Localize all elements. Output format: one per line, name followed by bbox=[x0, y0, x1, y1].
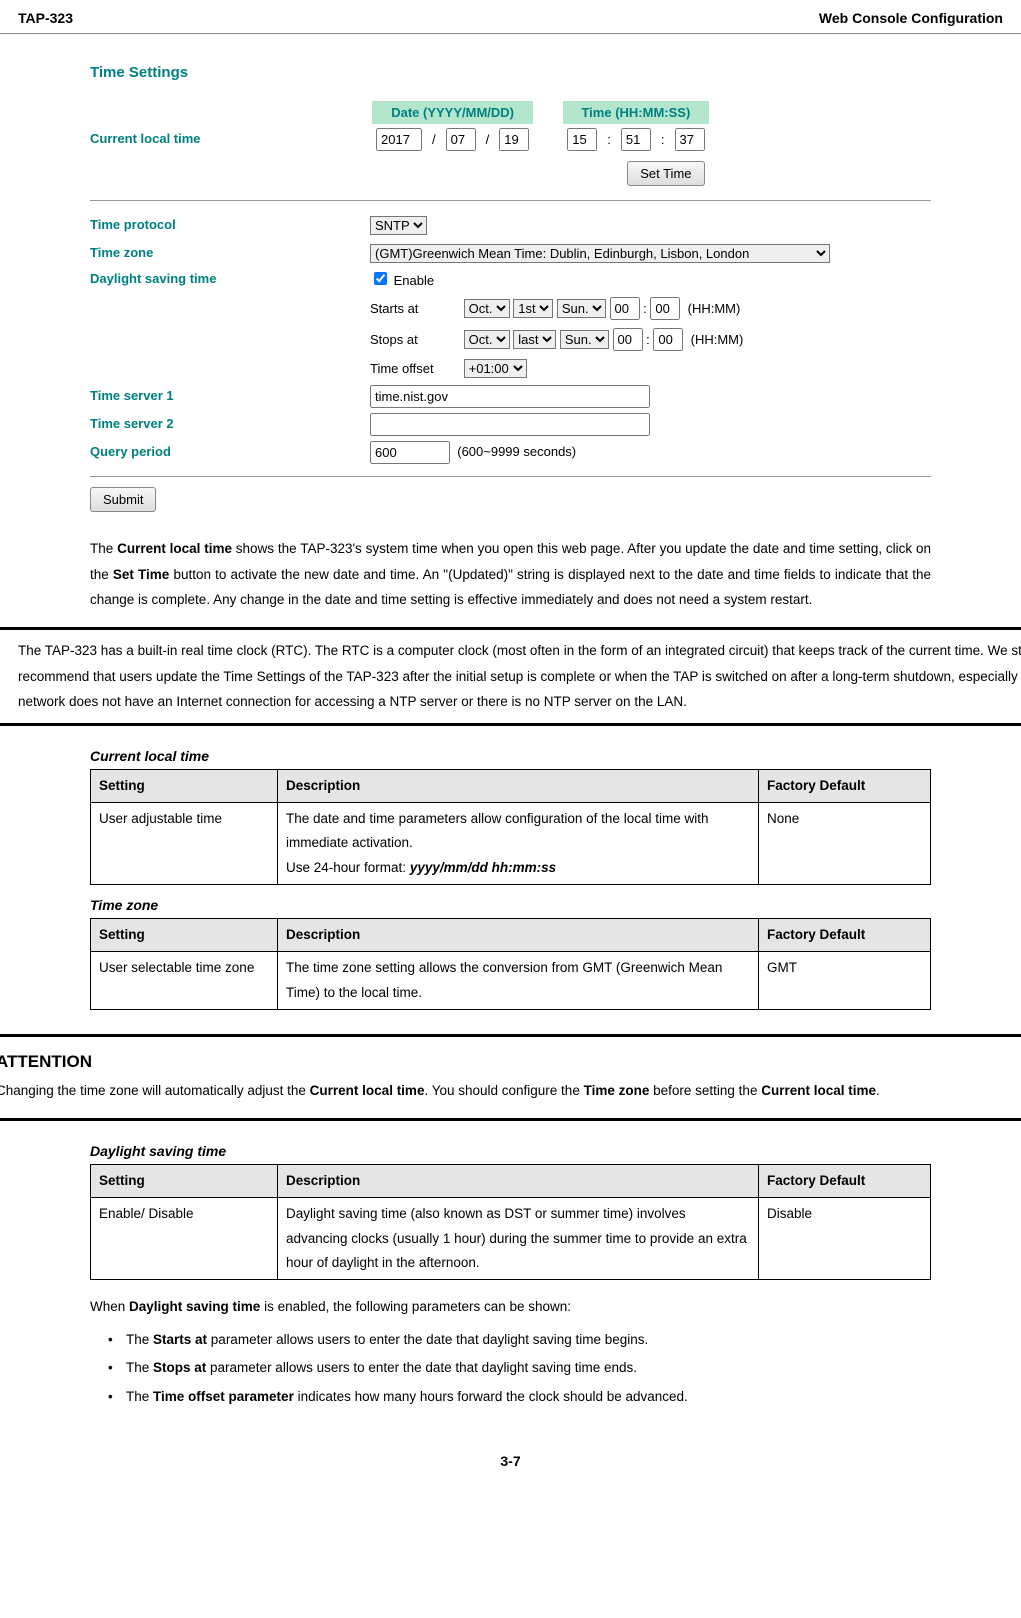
page-number: 3-7 bbox=[90, 1451, 931, 1492]
query-period-hint: (600~9999 seconds) bbox=[457, 442, 576, 462]
stop-hour-input[interactable] bbox=[613, 328, 643, 351]
t3-desc: Daylight saving time (also known as DST … bbox=[278, 1198, 759, 1280]
label-time-server-1: Time server 1 bbox=[90, 384, 370, 408]
second-input[interactable] bbox=[675, 128, 705, 151]
header-left: TAP-323 bbox=[18, 8, 73, 29]
t1-desc: The date and time parameters allow confi… bbox=[278, 803, 759, 885]
start-day-select[interactable]: Sun. bbox=[557, 299, 606, 318]
starts-at-label: Starts at bbox=[370, 299, 460, 319]
start-hour-input[interactable] bbox=[610, 297, 640, 320]
th-description: Description bbox=[278, 769, 759, 802]
label-time-zone: Time zone bbox=[90, 241, 370, 265]
hour-input[interactable] bbox=[567, 128, 597, 151]
dst-bullets: The Starts at parameter allows users to … bbox=[90, 1326, 931, 1411]
t1-setting: User adjustable time bbox=[91, 803, 278, 885]
time-server-1-input[interactable] bbox=[370, 385, 650, 408]
header-right: Web Console Configuration bbox=[819, 8, 1003, 29]
bullet-stops-at: The Stops at parameter allows users to e… bbox=[108, 1354, 931, 1382]
query-period-input[interactable] bbox=[370, 441, 450, 464]
minute-input[interactable] bbox=[621, 128, 651, 151]
hhmm-hint-2: (HH:MM) bbox=[691, 332, 744, 347]
th-setting: Setting bbox=[91, 769, 278, 802]
t2-desc: The time zone setting allows the convers… bbox=[278, 952, 759, 1010]
section-title: Time Settings bbox=[90, 62, 931, 85]
t3-setting: Enable/ Disable bbox=[91, 1198, 278, 1280]
stop-week-select[interactable]: last bbox=[513, 330, 556, 349]
bullet-starts-at: The Starts at parameter allows users to … bbox=[108, 1326, 931, 1354]
enable-label: Enable bbox=[394, 273, 434, 288]
time-protocol-select[interactable]: SNTP bbox=[370, 216, 427, 235]
date-time-table: Date (YYYY/MM/DD) Time (HH:MM:SS) / / : bbox=[370, 99, 711, 191]
page-header: TAP-323 Web Console Configuration bbox=[0, 0, 1021, 34]
start-month-select[interactable]: Oct. bbox=[464, 299, 510, 318]
bullet-time-offset: The Time offset parameter indicates how … bbox=[108, 1383, 931, 1411]
time-settings-form: Time Settings Current local time Date (Y… bbox=[90, 62, 931, 522]
attention-text: Changing the time zone will automaticall… bbox=[0, 1078, 1021, 1104]
paragraph-1: The Current local time shows the TAP-323… bbox=[90, 536, 931, 613]
t2-setting: User selectable time zone bbox=[91, 952, 278, 1010]
th-default: Factory Default bbox=[759, 769, 931, 802]
time-server-2-input[interactable] bbox=[370, 413, 650, 436]
label-query-period: Query period bbox=[90, 440, 370, 464]
table1-title: Current local time bbox=[90, 746, 931, 767]
time-offset-label: Time offset bbox=[370, 359, 460, 379]
attention-block: ATTENTION Changing the time zone will au… bbox=[0, 1034, 1021, 1121]
t3-default: Disable bbox=[759, 1198, 931, 1280]
label-time-protocol: Time protocol bbox=[90, 213, 370, 237]
time-header: Time (HH:MM:SS) bbox=[563, 101, 708, 125]
day-input[interactable] bbox=[499, 128, 529, 151]
note-block: NOTE The TAP-323 has a built-in real tim… bbox=[0, 627, 1021, 726]
month-input[interactable] bbox=[446, 128, 476, 151]
label-daylight: Daylight saving time bbox=[90, 267, 370, 291]
stop-min-input[interactable] bbox=[653, 328, 683, 351]
table-current-local-time: Setting Description Factory Default User… bbox=[90, 769, 931, 885]
year-input[interactable] bbox=[376, 128, 422, 151]
start-min-input[interactable] bbox=[650, 297, 680, 320]
set-time-button[interactable]: Set Time bbox=[627, 161, 704, 186]
hhmm-hint: (HH:MM) bbox=[688, 301, 741, 316]
table2-title: Time zone bbox=[90, 895, 931, 916]
stop-day-select[interactable]: Sun. bbox=[560, 330, 609, 349]
stops-at-label: Stops at bbox=[370, 330, 460, 350]
t1-default: None bbox=[759, 803, 931, 885]
note-label: NOTE bbox=[0, 638, 18, 715]
time-offset-select[interactable]: +01:00 bbox=[464, 359, 527, 378]
time-zone-select[interactable]: (GMT)Greenwich Mean Time: Dublin, Edinbu… bbox=[370, 244, 830, 263]
dst-enable-checkbox[interactable] bbox=[374, 272, 387, 285]
table-dst: Setting Description Factory Default Enab… bbox=[90, 1164, 931, 1280]
paragraph-2: When Daylight saving time is enabled, th… bbox=[90, 1294, 931, 1320]
table3-title: Daylight saving time bbox=[90, 1141, 931, 1162]
submit-button[interactable]: Submit bbox=[90, 487, 156, 512]
note-text: The TAP-323 has a built-in real time clo… bbox=[18, 638, 1021, 715]
attention-title: ATTENTION bbox=[0, 1049, 1021, 1075]
date-header: Date (YYYY/MM/DD) bbox=[372, 101, 533, 125]
t2-default: GMT bbox=[759, 952, 931, 1010]
start-week-select[interactable]: 1st bbox=[513, 299, 553, 318]
stop-month-select[interactable]: Oct. bbox=[464, 330, 510, 349]
label-time-server-2: Time server 2 bbox=[90, 412, 370, 436]
label-current-local-time: Current local time bbox=[90, 99, 370, 151]
table-time-zone: Setting Description Factory Default User… bbox=[90, 918, 931, 1010]
